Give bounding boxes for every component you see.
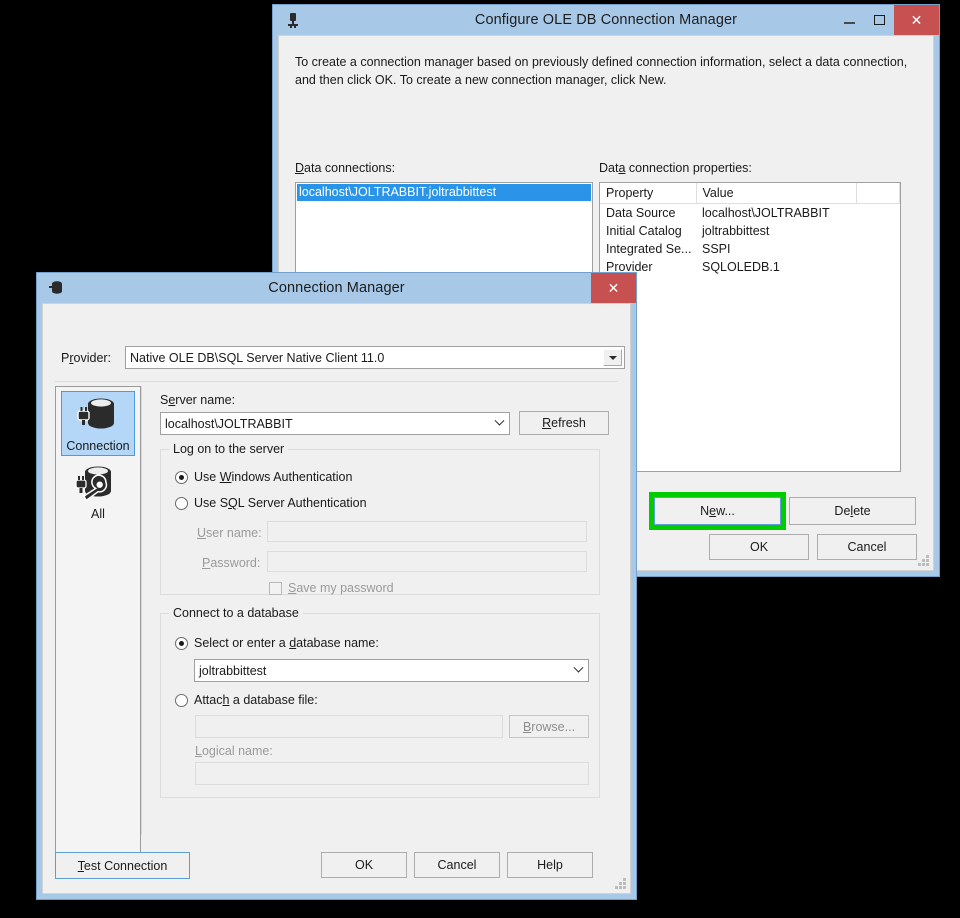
server-name-label: Server name: xyxy=(160,393,236,407)
table-header-row: Property Value xyxy=(600,183,900,204)
list-item[interactable]: localhost\JOLTRABBIT.joltrabbittest xyxy=(297,184,591,201)
logon-group-title: Log on to the server xyxy=(169,442,289,456)
ok-button[interactable]: OK xyxy=(321,852,407,878)
radio-icon xyxy=(175,693,188,707)
configure-window-controls: ✕ xyxy=(834,5,939,35)
server-name-dropdown[interactable]: localhost\JOLTRABBIT xyxy=(160,412,510,435)
radio-label: Use SQL Server Authentication xyxy=(194,496,367,510)
cell-property: Data Source xyxy=(606,206,676,220)
browse-button[interactable]: Browse... xyxy=(509,715,589,738)
database-group-title: Connect to a database xyxy=(169,606,303,620)
connection-manager-title: Connection Manager xyxy=(268,280,405,296)
radio-select-database-name[interactable]: Select or enter a database name: xyxy=(175,636,379,650)
chevron-down-icon xyxy=(490,413,509,434)
sidebar-item-label: Connection xyxy=(66,439,130,453)
test-connection-label: Test Connection xyxy=(77,858,168,873)
table-row[interactable]: Initial Catalog joltrabbittest xyxy=(600,222,900,240)
connection-manager-window-controls: ✕ xyxy=(591,273,636,303)
minimize-button[interactable] xyxy=(834,5,864,35)
cancel-button[interactable]: Cancel xyxy=(414,852,500,878)
resize-grip-icon[interactable] xyxy=(918,555,929,566)
connection-settings-pane: Server name: localhost\JOLTRABBIT Refres… xyxy=(141,386,618,835)
connection-manager-window: Connection Manager ✕ Provider: Native OL… xyxy=(36,272,637,900)
cell-value: joltrabbittest xyxy=(702,224,770,238)
instructions-text: To create a connection manager based on … xyxy=(295,55,908,87)
radio-attach-database-file[interactable]: Attach a database file: xyxy=(175,693,318,707)
checkbox-icon xyxy=(269,581,282,595)
cell-value: localhost\JOLTRABBIT xyxy=(702,206,830,220)
logical-name-label: Logical name: xyxy=(195,744,273,758)
radio-icon xyxy=(175,470,188,484)
settings-rail: Connection All xyxy=(55,386,141,874)
chevron-down-icon xyxy=(603,349,622,366)
ok-button[interactable]: OK xyxy=(709,534,809,560)
sidebar-item-all[interactable]: All xyxy=(61,460,135,523)
database-name-value: joltrabbittest xyxy=(199,663,267,678)
cell-property: Integrated Se... xyxy=(606,242,692,256)
configure-window-titlebar[interactable]: Configure OLE DB Connection Manager ✕ xyxy=(273,5,939,35)
maximize-icon xyxy=(873,15,885,25)
delete-button[interactable]: Delete xyxy=(789,497,916,525)
sidebar-item-connection[interactable]: Connection xyxy=(61,391,135,456)
data-connections-label: Data connections: xyxy=(295,161,396,175)
refresh-button[interactable]: Refresh xyxy=(519,411,609,435)
test-connection-button[interactable]: Test Connection xyxy=(55,852,190,879)
maximize-button[interactable] xyxy=(864,5,894,35)
column-header-property[interactable]: Property xyxy=(600,183,697,204)
connection-manager-titlebar[interactable]: Connection Manager ✕ xyxy=(37,273,636,303)
close-button[interactable]: ✕ xyxy=(894,5,939,35)
save-my-password-checkbox[interactable]: Save my password xyxy=(269,581,394,595)
cancel-button[interactable]: Cancel xyxy=(817,534,917,560)
table-row[interactable]: Integrated Se... SSPI xyxy=(600,240,900,258)
provider-label: Provider: xyxy=(61,351,112,365)
help-button[interactable]: Help xyxy=(507,852,593,878)
logical-name-field[interactable] xyxy=(195,762,589,785)
database-groupbox: Connect to a database Select or enter a … xyxy=(160,606,600,798)
server-name-value: localhost\JOLTRABBIT xyxy=(165,416,293,431)
data-connection-properties-label: Data connection properties: xyxy=(599,161,752,175)
cell-value: SQLOLEDB.1 xyxy=(702,260,780,274)
column-header-blank[interactable] xyxy=(856,183,900,204)
attach-file-field[interactable] xyxy=(195,715,503,738)
minimize-icon xyxy=(843,22,855,24)
connection-manager-client: Provider: Native OLE DB\SQL Server Nativ… xyxy=(42,303,631,894)
browse-button-label: Browse... xyxy=(522,719,576,734)
password-label: Password: xyxy=(202,556,261,570)
data-connection-properties-table: Property Value Data Source localhost\JOL… xyxy=(599,182,901,472)
close-button[interactable]: ✕ xyxy=(591,273,636,303)
password-field[interactable] xyxy=(267,551,587,572)
chevron-down-icon xyxy=(569,660,588,681)
sidebar-item-label: All xyxy=(91,507,105,521)
new-button[interactable]: New... xyxy=(654,497,781,525)
radio-use-sql-server-authentication[interactable]: Use SQL Server Authentication xyxy=(175,496,367,510)
column-header-value[interactable]: Value xyxy=(696,183,857,204)
database-wrench-icon xyxy=(75,466,121,506)
refresh-button-label: Refresh xyxy=(542,416,586,430)
provider-value: Native OLE DB\SQL Server Native Client 1… xyxy=(130,350,385,365)
save-my-password-label: Save my password xyxy=(288,581,394,595)
table-row[interactable]: Data Source localhost\JOLTRABBIT xyxy=(600,204,900,223)
delete-button-label: Delete xyxy=(834,504,871,518)
database-icon xyxy=(48,279,66,297)
provider-dropdown[interactable]: Native OLE DB\SQL Server Native Client 1… xyxy=(125,346,625,369)
radio-icon xyxy=(175,496,188,510)
database-name-dropdown[interactable]: joltrabbittest xyxy=(194,659,589,682)
user-name-field[interactable] xyxy=(267,521,587,542)
user-name-label: User name: xyxy=(197,526,262,540)
radio-label: Select or enter a database name: xyxy=(194,636,379,650)
database-plug-icon xyxy=(75,398,121,438)
cell-property: Initial Catalog xyxy=(606,224,682,238)
cell-value: SSPI xyxy=(702,242,731,256)
radio-label: Use Windows Authentication xyxy=(194,470,353,484)
resize-grip-icon[interactable] xyxy=(615,878,626,889)
radio-icon xyxy=(175,636,188,650)
server-plug-icon xyxy=(284,11,302,29)
table-row[interactable]: Provider SQLOLEDB.1 xyxy=(600,258,900,276)
new-button-label: New... xyxy=(700,504,735,518)
radio-label: Attach a database file: xyxy=(194,693,318,707)
divider xyxy=(55,381,618,382)
radio-use-windows-authentication[interactable]: Use Windows Authentication xyxy=(175,470,352,484)
logon-groupbox: Log on to the server Use Windows Authent… xyxy=(160,442,600,595)
